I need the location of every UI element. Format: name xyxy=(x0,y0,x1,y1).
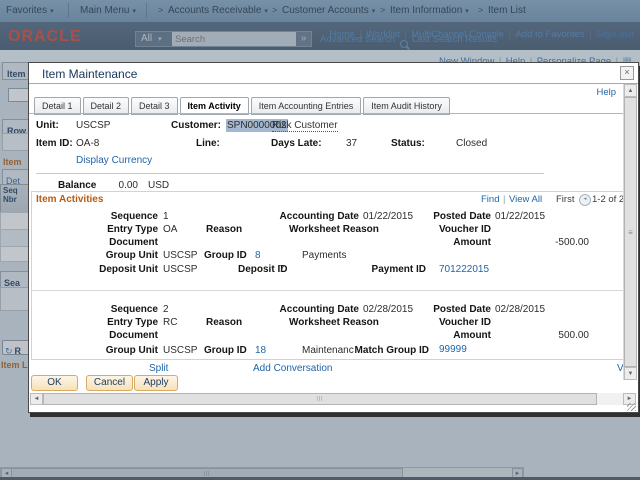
amount-value: -500.00 xyxy=(509,237,589,248)
thumb-grip-icon: ≡ xyxy=(628,228,633,237)
worksheet-reason-label: Worksheet Reason xyxy=(289,224,379,235)
add-conversation-link[interactable]: Add Conversation xyxy=(253,363,333,374)
screen: Favorites▾ Main Menu▾ > Accounts Receiva… xyxy=(0,0,640,480)
accounting-date-label: Accounting Date xyxy=(259,211,359,222)
item-id-value: OA-8 xyxy=(76,138,99,149)
modal-vertical-scrollbar[interactable]: ▲ ≡ ▼ xyxy=(623,84,637,380)
worksheet-reason-label: Worksheet Reason xyxy=(289,317,379,328)
modal-titlebar: Item Maintenance × xyxy=(29,63,638,84)
group-unit-label: Group Unit xyxy=(69,250,158,261)
horizontal-scrollbar-thumb[interactable]: ||| xyxy=(43,393,597,405)
voucher-id-label: Voucher ID xyxy=(389,224,491,235)
first-label: First xyxy=(556,194,574,205)
entry-type-value: OA xyxy=(163,224,177,235)
item-activities-groupbox: Item Activities Find | View All First ◄ … xyxy=(31,191,625,360)
activity-type-value: Payments xyxy=(302,250,346,261)
scroll-left-arrow-icon[interactable]: ◄ xyxy=(30,393,43,405)
group-id-link[interactable]: 8 xyxy=(255,250,261,261)
close-icon[interactable]: × xyxy=(620,66,634,80)
payment-id-link[interactable]: 701222015 xyxy=(439,264,489,275)
row-separator xyxy=(32,290,624,291)
field-divider xyxy=(36,173,544,174)
scroll-up-arrow-icon[interactable]: ▲ xyxy=(624,84,637,97)
group-unit-value: USCSP xyxy=(163,345,197,356)
amount-label: Amount xyxy=(389,330,491,341)
payment-id-label: Payment ID xyxy=(349,264,426,275)
cancel-button[interactable]: Cancel xyxy=(86,375,133,391)
group-unit-label: Group Unit xyxy=(69,345,158,356)
balance-currency: USD xyxy=(148,180,169,191)
sequence-value: 1 xyxy=(163,211,169,222)
customer-label: Customer: xyxy=(171,120,221,131)
entry-type-value: RC xyxy=(163,317,177,328)
posted-date-label: Posted Date xyxy=(389,211,491,222)
status-value: Closed xyxy=(456,138,487,149)
group-unit-value: USCSP xyxy=(163,250,197,261)
match-group-id-label: Match Group ID xyxy=(329,345,429,356)
document-label: Document xyxy=(69,237,158,248)
sequence-value: 2 xyxy=(163,304,169,315)
amount-label: Amount xyxy=(389,237,491,248)
split-link[interactable]: Split xyxy=(149,363,168,374)
posted-date-label: Posted Date xyxy=(389,304,491,315)
apply-button[interactable]: Apply xyxy=(134,375,178,391)
posted-date-value: 01/22/2015 xyxy=(495,211,545,222)
group-id-label: Group ID xyxy=(204,345,247,356)
days-late-value: 37 xyxy=(346,138,357,149)
group-id-link[interactable]: 18 xyxy=(255,345,266,356)
modal-title: Item Maintenance xyxy=(42,67,137,81)
document-label: Document xyxy=(69,330,158,341)
item-id-label: Item ID: xyxy=(36,138,73,149)
modal-horizontal-scrollbar[interactable]: ◄ ||| ► xyxy=(30,393,636,405)
unit-label: Unit: xyxy=(36,120,59,131)
sequence-label: Sequence xyxy=(69,304,158,315)
match-group-id-link[interactable]: 99999 xyxy=(439,344,467,355)
display-currency-link[interactable]: Display Currency xyxy=(76,155,152,166)
balance-value: 0.00 xyxy=(93,180,138,191)
item-activities-title: Item Activities xyxy=(36,194,103,205)
scroll-down-arrow-icon[interactable]: ▼ xyxy=(624,367,637,380)
accounting-date-label: Accounting Date xyxy=(259,304,359,315)
customer-name-popup-link[interactable]: Risk Customer xyxy=(272,120,338,132)
sequence-label: Sequence xyxy=(69,211,158,222)
unit-value: USCSP xyxy=(76,120,110,131)
previous-page-icon: ◄ xyxy=(579,194,591,206)
view-all-link[interactable]: View All xyxy=(509,194,542,205)
posted-date-value: 02/28/2015 xyxy=(495,304,545,315)
ok-button[interactable]: OK xyxy=(31,375,78,391)
days-late-label: Days Late: xyxy=(271,138,322,149)
find-link[interactable]: Find xyxy=(481,194,499,205)
entry-type-label: Entry Type xyxy=(69,317,158,328)
deposit-unit-label: Deposit Unit xyxy=(69,264,158,275)
amount-value: 500.00 xyxy=(509,330,589,341)
resize-grip[interactable] xyxy=(627,403,636,411)
tab-underline xyxy=(29,113,624,114)
group-id-label: Group ID xyxy=(204,250,247,261)
item-maintenance-modal: Item Maintenance × Help Detail 1Detail 2… xyxy=(28,62,639,413)
modal-help-link[interactable]: Help xyxy=(596,87,616,98)
balance-label: Balance xyxy=(58,180,96,191)
reason-label: Reason xyxy=(206,317,242,328)
entry-type-label: Entry Type xyxy=(69,224,158,235)
line-label: Line: xyxy=(196,138,220,149)
status-label: Status: xyxy=(391,138,425,149)
voucher-id-label: Voucher ID xyxy=(389,317,491,328)
deposit-id-value: 7 xyxy=(279,264,285,275)
thumb-grip-icon: ||| xyxy=(317,396,324,402)
vertical-scrollbar-thumb[interactable]: ≡ xyxy=(624,97,637,367)
row-range-label: 1-2 of 2 xyxy=(592,194,624,205)
deposit-unit-value: USCSP xyxy=(163,264,197,275)
reason-label: Reason xyxy=(206,224,242,235)
find-separator: | xyxy=(503,194,505,205)
